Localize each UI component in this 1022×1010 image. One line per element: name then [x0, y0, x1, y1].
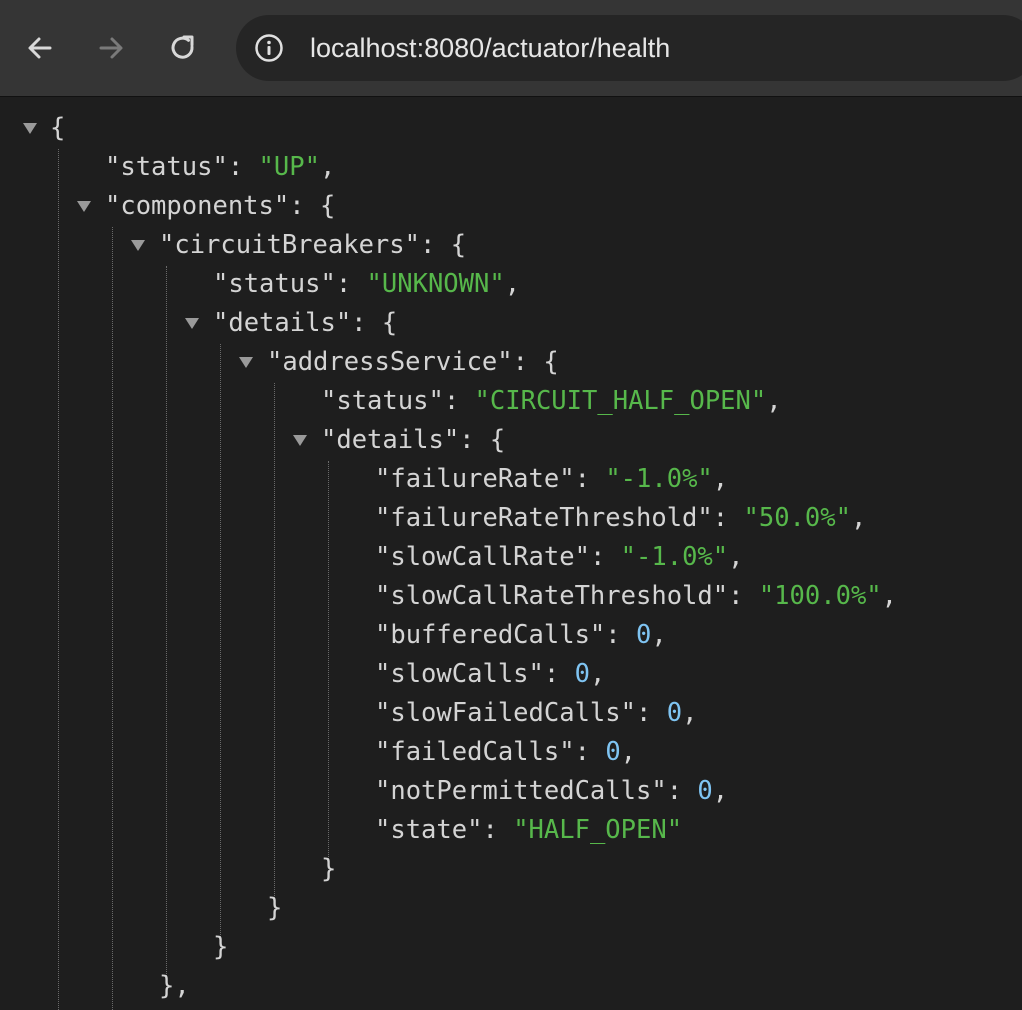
- json-line-status: "status": "UP",: [105, 152, 336, 182]
- json-line-as-details: "details": {: [321, 425, 506, 455]
- json-key: "status": [213, 269, 336, 299]
- json-key: "circuitBreakers": [159, 230, 420, 260]
- indent-guide: [58, 149, 59, 1010]
- comma: ,: [712, 464, 729, 494]
- json-number-value: 0: [574, 659, 590, 689]
- json-close-addressservice: }: [267, 889, 282, 928]
- json-key: "failureRate": [375, 464, 575, 494]
- comma: ,: [850, 503, 867, 533]
- json-key: "status": [105, 152, 228, 182]
- comma: ,: [620, 737, 637, 767]
- address-bar[interactable]: localhost:8080/actuator/health: [236, 15, 1022, 81]
- json-key: "state": [375, 815, 483, 845]
- json-string-value: "HALF_OPEN": [513, 815, 683, 845]
- json-field-row: "notPermittedCalls": 0,: [375, 776, 729, 806]
- json-key: "slowCallRate": [375, 542, 590, 572]
- brace: }: [321, 854, 337, 884]
- brace: }: [213, 932, 229, 962]
- browser-toolbar: localhost:8080/actuator/health: [0, 0, 1022, 97]
- json-field-row: "failedCalls": 0,: [375, 737, 637, 767]
- back-arrow-icon: [28, 37, 52, 59]
- disclosure-triangle-icon[interactable]: [77, 201, 91, 212]
- back-button[interactable]: [16, 24, 64, 72]
- brace: {: [50, 113, 66, 143]
- comma: ,: [728, 542, 744, 572]
- json-string-value: "-1.0%": [620, 542, 729, 572]
- json-field-row: "slowFailedCalls": 0,: [375, 698, 698, 728]
- json-field-row: "failureRate": "-1.0%",: [375, 464, 729, 494]
- disclosure-triangle-icon[interactable]: [293, 435, 307, 446]
- json-string-value: "-1.0%": [605, 464, 713, 494]
- json-number-value: 0: [636, 620, 652, 650]
- json-line-cb-status: "status": "UNKNOWN",: [213, 269, 521, 299]
- json-field-row: "failureRateThreshold": "50.0%",: [375, 503, 867, 533]
- json-viewer: { "status": "UP", "components": { "circu…: [0, 97, 1022, 1010]
- json-key: "details": [321, 425, 460, 455]
- indent-guide: [274, 383, 275, 898]
- brace: },: [159, 971, 190, 1001]
- json-close-cb-details: }: [213, 928, 228, 967]
- disclosure-triangle-icon[interactable]: [185, 318, 199, 329]
- comma: ,: [712, 776, 729, 806]
- json-field-row: "state": "HALF_OPEN": [375, 815, 683, 845]
- json-close-details: }: [321, 850, 336, 889]
- reload-button[interactable]: [159, 24, 207, 72]
- info-icon[interactable]: [254, 33, 284, 63]
- json-number-value: 0: [666, 698, 683, 728]
- json-string-value: "CIRCUIT_HALF_OPEN": [474, 386, 767, 416]
- json-key: "details": [213, 308, 352, 338]
- comma: ,: [881, 581, 898, 611]
- forward-arrow-icon: [99, 37, 123, 59]
- url-text[interactable]: localhost:8080/actuator/health: [310, 31, 670, 65]
- json-number-value: 0: [697, 776, 713, 806]
- json-key: "slowFailedCalls": [375, 698, 636, 728]
- json-line-circuitbreakers: "circuitBreakers": {: [159, 230, 467, 260]
- json-key: "failureRateThreshold": [375, 503, 713, 533]
- json-line-cb-details: "details": {: [213, 308, 398, 338]
- indent-guide: [328, 461, 329, 859]
- comma: ,: [682, 698, 698, 728]
- json-key: "addressService": [267, 347, 513, 377]
- json-string-value: "UNKNOWN": [366, 269, 505, 299]
- json-field-row: "bufferedCalls": 0,: [375, 620, 667, 650]
- json-field-row: "slowCallRate": "-1.0%",: [375, 542, 744, 572]
- json-key: "status": [321, 386, 444, 416]
- json-field-row: "slowCalls": 0,: [375, 659, 606, 689]
- disclosure-triangle-icon[interactable]: [131, 240, 145, 251]
- json-key: "notPermittedCalls": [375, 776, 667, 806]
- json-key: "bufferedCalls": [375, 620, 606, 650]
- json-line-addressservice: "addressService": {: [267, 347, 559, 377]
- json-line-components: "components": {: [105, 191, 336, 221]
- json-number-value: 0: [605, 737, 621, 767]
- indent-guide: [112, 227, 113, 1010]
- disclosure-triangle-icon[interactable]: [23, 123, 37, 134]
- forward-button[interactable]: [87, 24, 135, 72]
- json-string-value: "100.0%": [758, 581, 882, 611]
- json-line-as-status: "status": "CIRCUIT_HALF_OPEN",: [321, 386, 782, 416]
- json-key: "components": [105, 191, 290, 221]
- indent-guide: [220, 344, 221, 937]
- json-root-open: {: [50, 109, 65, 148]
- comma: ,: [651, 620, 667, 650]
- comma: ,: [589, 659, 606, 689]
- json-field-row: "slowCallRateThreshold": "100.0%",: [375, 581, 898, 611]
- json-key: "failedCalls": [375, 737, 575, 767]
- json-string-value: "50.0%": [743, 503, 851, 533]
- json-key: "slowCallRateThreshold": [375, 581, 729, 611]
- disclosure-triangle-icon[interactable]: [239, 357, 253, 368]
- json-string-value: "UP": [258, 152, 320, 182]
- json-close-circuitbreakers: },: [159, 967, 190, 1006]
- brace: }: [267, 893, 283, 923]
- json-key: "slowCalls": [375, 659, 544, 689]
- reload-icon: [171, 35, 194, 59]
- indent-guide: [166, 266, 167, 976]
